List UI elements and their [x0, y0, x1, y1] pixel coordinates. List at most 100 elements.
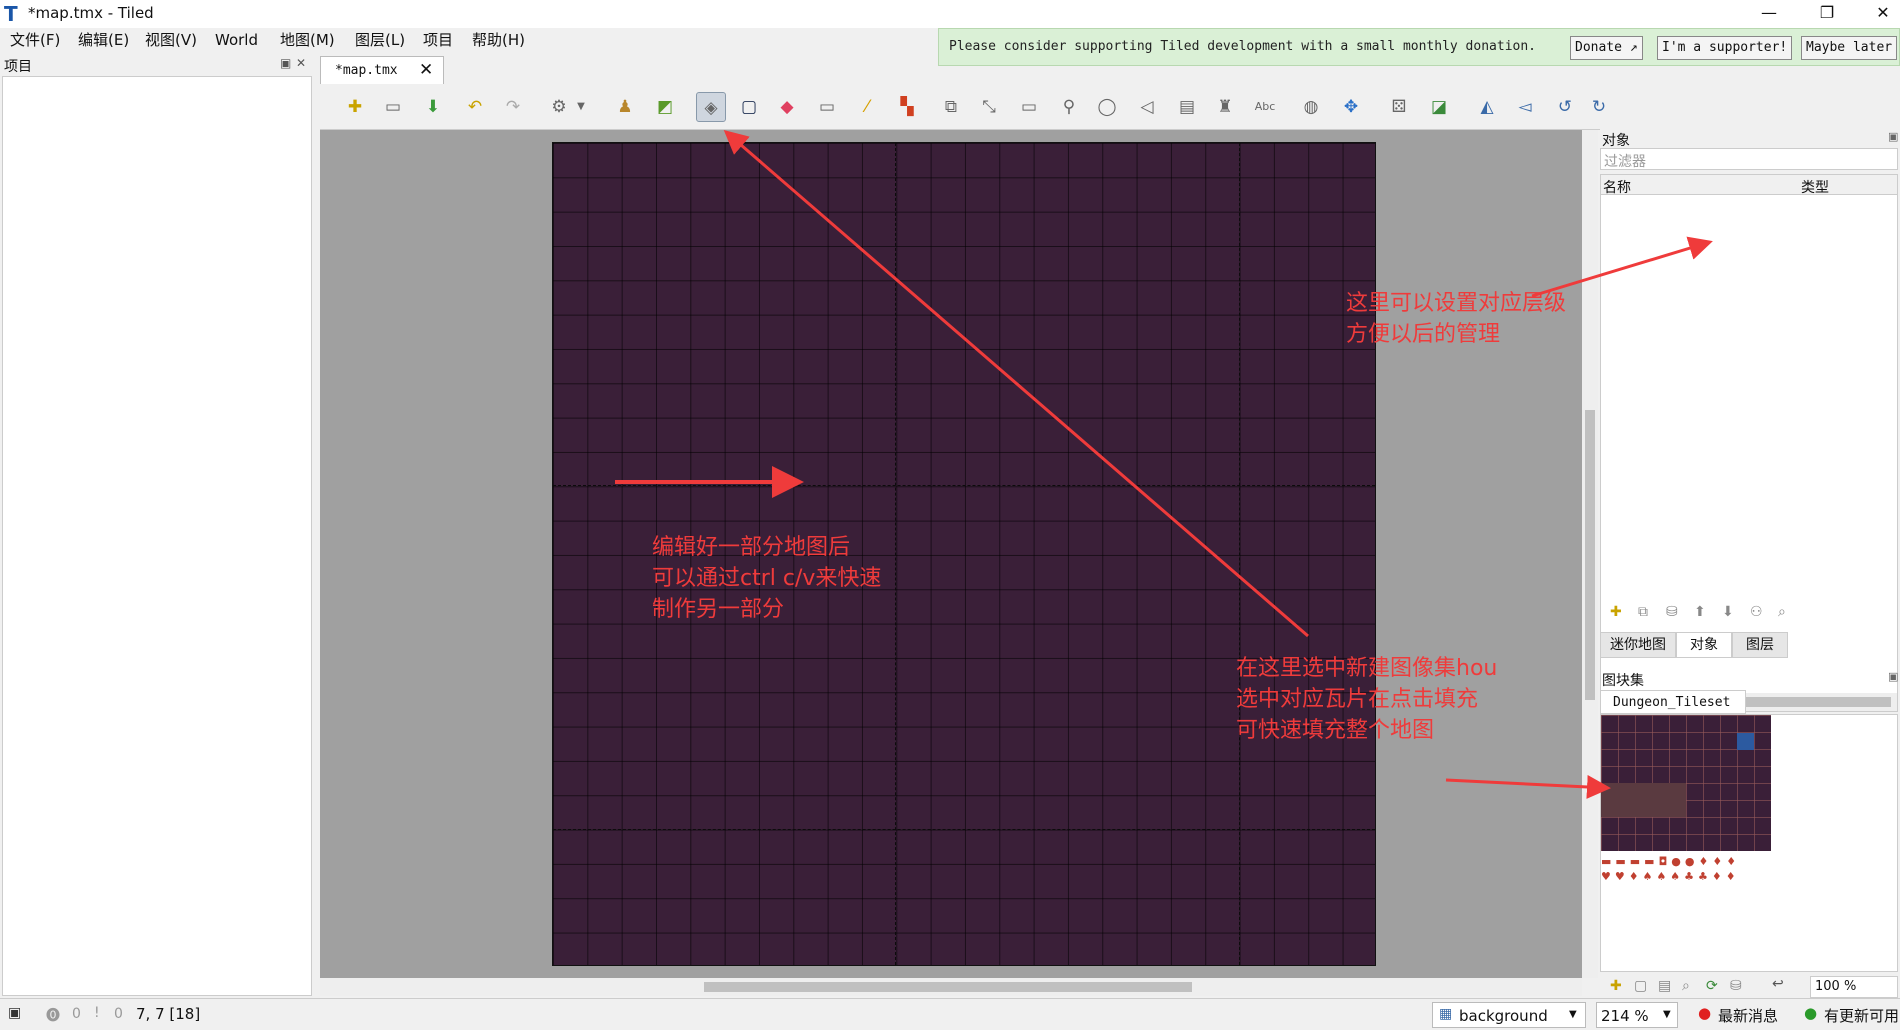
move-up-icon[interactable]: ⬆	[1694, 604, 1706, 620]
rotate-left-icon[interactable]: ↺	[1550, 92, 1580, 122]
vertical-scrollbar[interactable]	[1582, 130, 1598, 978]
insert-template-icon[interactable]: ♜	[1210, 92, 1240, 122]
tileset-zoom-field[interactable]: 100 %	[1810, 976, 1898, 998]
console-icon[interactable]: ▣	[8, 1005, 21, 1021]
bucket-fill-icon[interactable]: ◈	[696, 92, 726, 122]
filter-input[interactable]: 过滤器	[1600, 148, 1898, 170]
flip-horizontal-icon[interactable]: ◭	[1472, 92, 1502, 122]
menu-help[interactable]: 帮助(H)	[472, 30, 525, 50]
select-objects-icon[interactable]: ⧉	[936, 92, 966, 122]
edit-tileset-icon[interactable]: ⌕	[1682, 978, 1690, 994]
annotation-fill-note: 在这里选中新建图像集hou 选中对应瓦片在点击填充 可快速填充整个地图	[1236, 656, 1498, 743]
maybe-later-button[interactable]: Maybe later	[1801, 36, 1898, 60]
new-map-icon[interactable]: ✚	[340, 92, 370, 122]
water-tile[interactable]	[1737, 733, 1754, 750]
refresh-tileset-icon[interactable]: ⟳	[1706, 978, 1718, 994]
insert-point-icon[interactable]: ⚲	[1054, 92, 1084, 122]
supporter-button[interactable]: I'm a supporter!	[1657, 36, 1793, 60]
insert-ellipse-icon[interactable]: ◯	[1092, 92, 1122, 122]
warning-count: 0	[114, 1006, 123, 1022]
tab-close-icon[interactable]: ✕	[419, 60, 433, 80]
edit-polygons-icon[interactable]: ⤡	[974, 92, 1004, 122]
horizontal-scrollbar[interactable]	[320, 978, 1582, 996]
insert-rectangle-icon[interactable]: ▭	[1014, 92, 1044, 122]
panel-close-icon[interactable]: ✕	[296, 56, 306, 70]
menu-map[interactable]: 地图(M)	[280, 30, 335, 50]
tab-dungeon-tileset[interactable]: Dungeon_Tileset	[1600, 690, 1746, 714]
layer-combo-value: background	[1459, 1007, 1548, 1025]
tileset-view[interactable]: ▬▬▬▬◘●●♦♦♦ ♥♥♦♠♠♠♣♣♦♦	[1600, 714, 1898, 972]
menu-world[interactable]: World	[215, 30, 258, 50]
locate-icon[interactable]: ⌕	[1778, 604, 1786, 620]
tile-stamp-icon[interactable]: ◪	[1424, 92, 1454, 122]
chevron-down-icon[interactable]: ▼	[566, 92, 596, 122]
panel-float-icon[interactable]: ▣	[1888, 670, 1898, 683]
items-tile-row[interactable]: ♥♥♦♠♠♠♣♣♦♦	[1601, 870, 1740, 883]
object-properties-icon[interactable]: ⚇	[1750, 604, 1763, 620]
panel-float-icon[interactable]: ▣	[280, 56, 291, 70]
floor-tile[interactable]	[1601, 783, 1686, 817]
menu-view[interactable]: 视图(V)	[145, 30, 197, 50]
dynamic-wrap-icon[interactable]: ↩	[1772, 976, 1784, 992]
delete-icon[interactable]: ⛁	[1666, 604, 1678, 620]
menu-file[interactable]: 文件(F)	[10, 30, 60, 50]
new-tileset-icon[interactable]: ✚	[1610, 978, 1622, 994]
magic-wand-icon[interactable]: ⁄	[852, 92, 882, 122]
dice-icon[interactable]: ⚄	[1384, 92, 1414, 122]
stamp-brush-icon[interactable]: ♟	[610, 92, 640, 122]
tab-layers-label: 图层	[1746, 637, 1774, 653]
tab-map-tmx[interactable]: *map.tmx ✕	[320, 56, 444, 84]
move-down-icon[interactable]: ⬇	[1722, 604, 1734, 620]
random-mode-icon[interactable]: ◍	[1296, 92, 1326, 122]
flip-vertical-icon[interactable]: ◅	[1510, 92, 1540, 122]
insert-tile-icon[interactable]: ▤	[1172, 92, 1202, 122]
duplicate-icon[interactable]: ⧉	[1638, 604, 1648, 620]
tab-layers[interactable]: 图层	[1732, 632, 1788, 658]
terrain-brush-icon[interactable]: ◩	[650, 92, 680, 122]
wangset-icon[interactable]: ✥	[1336, 92, 1366, 122]
menu-edit[interactable]: 编辑(E)	[78, 30, 129, 50]
items-tile-row[interactable]: ▬▬▬▬◘●●♦♦♦	[1601, 855, 1740, 868]
open-icon[interactable]: ▭	[378, 92, 408, 122]
restore-button[interactable]: ❐	[1804, 0, 1850, 28]
update-link[interactable]: 有更新可用	[1824, 1005, 1899, 1026]
news-link[interactable]: 最新消息	[1718, 1005, 1778, 1026]
annotation-copy-note: 编辑好一部分地图后 可以通过ctrl c/v来快速 制作另一部分	[652, 535, 882, 622]
add-object-layer-icon[interactable]: ✚	[1610, 604, 1622, 620]
donate-button[interactable]: Donate ↗	[1570, 36, 1643, 60]
insert-polygon-icon[interactable]: ◁	[1132, 92, 1162, 122]
tile-layer-icon: ▦	[1439, 1006, 1453, 1022]
minimize-button[interactable]: —	[1746, 0, 1792, 28]
project-tree[interactable]	[2, 76, 312, 996]
warning-icon[interactable]: !	[94, 1005, 100, 1021]
save-icon[interactable]: ⬇	[418, 92, 448, 122]
shape-fill-icon[interactable]: ▢	[734, 92, 764, 122]
horizontal-scroll-thumb[interactable]	[704, 982, 1192, 992]
error-count: 0	[72, 1006, 81, 1022]
layer-combo[interactable]: ▦ background ▼	[1432, 1002, 1586, 1028]
vertical-scroll-thumb[interactable]	[1585, 410, 1595, 700]
undo-icon[interactable]: ↶	[460, 92, 490, 122]
objects-table-header: 名称 类型	[1601, 175, 1897, 197]
select-same-tile-icon[interactable]: ▚	[892, 92, 922, 122]
tab-minimap[interactable]: 迷你地图	[1600, 632, 1676, 658]
tab-objects[interactable]: 对象	[1676, 632, 1732, 658]
column-name[interactable]: 名称	[1603, 177, 1631, 197]
error-icon[interactable]: ⓿	[46, 1005, 60, 1025]
panel-float-icon[interactable]: ▣	[1888, 130, 1898, 143]
zoom-combo[interactable]: 214 % ▼	[1596, 1002, 1678, 1028]
remove-tileset-icon[interactable]: ⛁	[1730, 978, 1742, 994]
insert-text-icon[interactable]: Abc	[1250, 92, 1280, 122]
export-tileset-icon[interactable]: ▤	[1658, 978, 1671, 994]
project-panel: 项目 ▣ ✕	[0, 54, 314, 998]
redo-icon[interactable]: ↷	[498, 92, 528, 122]
column-type[interactable]: 类型	[1801, 177, 1829, 197]
menu-layer[interactable]: 图层(L)	[355, 30, 405, 50]
close-window-button[interactable]: ✕	[1860, 0, 1900, 28]
rotate-right-icon[interactable]: ↻	[1584, 92, 1614, 122]
news-icon: ●	[1698, 1004, 1712, 1022]
embed-tileset-icon[interactable]: ▢	[1634, 978, 1647, 994]
menu-project[interactable]: 项目	[423, 30, 453, 50]
eraser-icon[interactable]: ◆	[772, 92, 802, 122]
rect-select-icon[interactable]: ▭	[812, 92, 842, 122]
